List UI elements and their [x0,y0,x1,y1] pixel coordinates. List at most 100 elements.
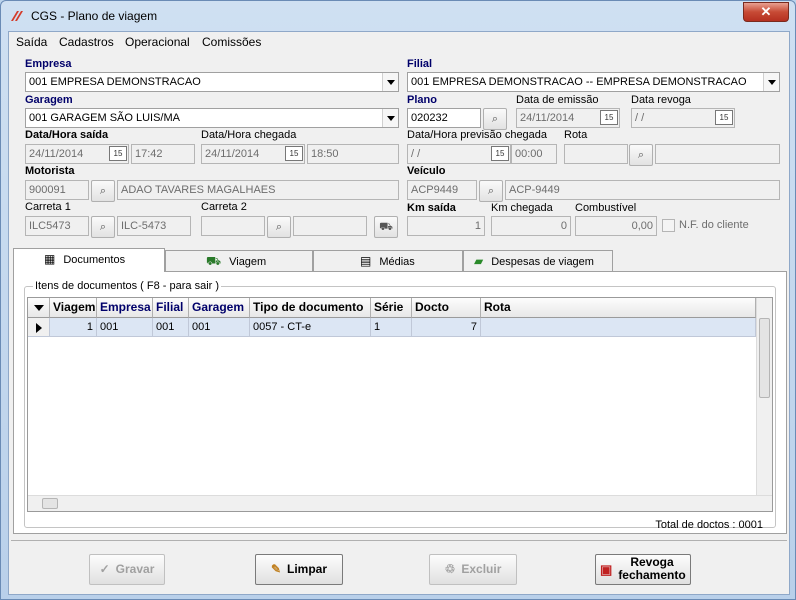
app-window: CGS - Plano de viagem ✕ Saída Cadastros … [0,0,796,600]
table-cell[interactable]: 1 [371,318,412,337]
chevron-down-icon[interactable] [763,73,779,91]
empresa-value: 001 EMPRESA DEMONSTRACAO [29,76,201,88]
excluir-button[interactable]: ♲ Excluir [429,554,517,585]
binoculars-icon: ⌕ [491,113,499,125]
nf-cliente-checkbox[interactable] [662,219,675,232]
vertical-scrollbar[interactable] [756,298,772,495]
previsao-date-value: / / [411,148,421,160]
window-title: CGS - Plano de viagem [31,9,158,23]
menu-cadastros[interactable]: Cadastros [59,35,114,49]
plano-search-button[interactable]: ⌕ [483,108,507,130]
table-cell[interactable]: 001 [97,318,153,337]
calendar-icon[interactable]: 15 [285,146,303,161]
motorista-code-field: 900091 [25,180,89,200]
km-chegada-label: Km chegada [491,202,553,214]
documentos-grid[interactable]: Viagem Empresa Filial Garagem Tipo de do… [27,297,773,512]
column-header[interactable]: Tipo de documento [250,298,371,318]
veiculo-search-button[interactable]: ⌕ [479,180,503,202]
truck-icon: ⛟ [206,254,222,268]
truck-icon: ⛟ [379,221,393,233]
km-saida-field: 1 [407,216,485,236]
saida-date-field: 24/11/2014 15 [25,144,129,164]
revoga-fechamento-button[interactable]: ▣ Revoga fechamento [595,554,691,585]
calendar-icon[interactable]: 15 [715,110,733,125]
rota-code-field [564,144,628,164]
document-icon: ▣ [600,562,613,577]
tab-documentos-label: Documentos [63,254,126,266]
tab-medias[interactable]: ▤ Médias [313,250,463,272]
gravar-button[interactable]: ✓ Gravar [89,554,165,585]
group-title: Itens de documentos ( F8 - para sair ) [33,280,222,292]
tab-viagem[interactable]: ⛟ Viagem [165,250,313,272]
chevron-down-icon[interactable] [382,73,398,91]
total-doctos: Total de doctos : 0001 [655,519,763,531]
data-revoga-value: / / [635,112,645,124]
saida-label: Data/Hora saída [25,129,109,141]
filial-value: 001 EMPRESA DEMONSTRACAO -- EMPRESA DEMO… [411,76,747,88]
carreta1-search-button[interactable]: ⌕ [91,216,115,238]
documentos-panel: Itens de documentos ( F8 - para sair ) V… [13,271,787,534]
column-header[interactable]: Empresa [97,298,153,318]
table-cell[interactable]: 7 [412,318,481,337]
chevron-down-icon[interactable] [382,109,398,127]
saida-date-value: 24/11/2014 [29,148,84,160]
horizontal-scrollbar[interactable] [28,495,772,511]
tab-medias-label: Médias [379,256,415,268]
menu-operacional[interactable]: Operacional [125,35,190,49]
scroll-thumb[interactable] [42,498,58,509]
table-cell[interactable]: 001 [153,318,189,337]
tab-bar: ▦ Documentos ⛟ Viagem ▤ Médias ▰ Despesas de… [13,248,785,272]
row-indicator[interactable] [28,318,50,337]
gravar-label: Gravar [115,562,155,576]
truck-add-button[interactable]: ⛟ [374,216,398,238]
app-logo-icon [11,11,23,21]
client-area: Saída Cadastros Operacional Comissões Em… [8,31,790,595]
motorista-search-button[interactable]: ⌕ [91,180,115,202]
empresa-select[interactable]: 001 EMPRESA DEMONSTRACAO [25,72,399,92]
column-header[interactable]: Viagem [50,298,97,318]
data-revoga-field: / / 15 [631,108,735,128]
calendar-icon[interactable]: 15 [491,146,509,161]
plano-input[interactable]: 020232 [407,108,481,128]
column-header[interactable]: Filial [153,298,189,318]
menu-saida[interactable]: Saída [16,35,47,49]
calculator-icon: ▤ [360,254,372,268]
carreta2-code-field [201,216,265,236]
money-icon: ▰ [474,254,484,268]
garagem-select[interactable]: 001 GARAGEM SÃO LUIS/MA [25,108,399,128]
binoculars-icon: ⌕ [275,221,283,233]
checkmark-icon: ✓ [99,562,110,576]
column-header[interactable]: Docto [412,298,481,318]
carreta2-name-field [293,216,367,236]
tab-documentos[interactable]: ▦ Documentos [13,248,165,272]
veiculo-label: Veículo [407,165,446,177]
filial-label: Filial [407,58,433,70]
column-header[interactable]: Garagem [189,298,250,318]
tab-viagem-label: Viagem [229,256,267,268]
table-cell[interactable]: 001 [189,318,250,337]
limpar-button[interactable]: ✎ Limpar [255,554,343,585]
table-cell[interactable]: 0057 - CT-e [250,318,371,337]
km-chegada-field: 0 [491,216,571,236]
calendar-icon[interactable]: 15 [600,110,618,125]
menu-comissoes[interactable]: Comissões [202,35,261,49]
rota-search-button[interactable]: ⌕ [629,144,653,166]
table-cell[interactable] [481,318,756,337]
column-header[interactable]: Série [371,298,412,318]
scroll-thumb[interactable] [759,318,770,398]
table-cell[interactable]: 1 [50,318,97,337]
column-header[interactable]: Rota [481,298,756,318]
binoculars-icon: ⌕ [637,149,645,161]
tab-despesas[interactable]: ▰ Despesas de viagem [463,250,613,272]
close-button[interactable]: ✕ [743,2,789,22]
sort-down-icon [34,305,44,311]
filial-select[interactable]: 001 EMPRESA DEMONSTRACAO -- EMPRESA DEMO… [407,72,780,92]
trash-icon: ♲ [444,562,456,576]
carreta2-search-button[interactable]: ⌕ [267,216,291,238]
previsao-label: Data/Hora previsão chegada [407,129,548,141]
calendar-icon[interactable]: 15 [109,146,127,161]
garagem-label: Garagem [25,94,73,106]
rota-name-field [655,144,780,164]
chegada-label: Data/Hora chegada [201,129,297,141]
documentos-group: Itens de documentos ( F8 - para sair ) V… [24,280,776,531]
